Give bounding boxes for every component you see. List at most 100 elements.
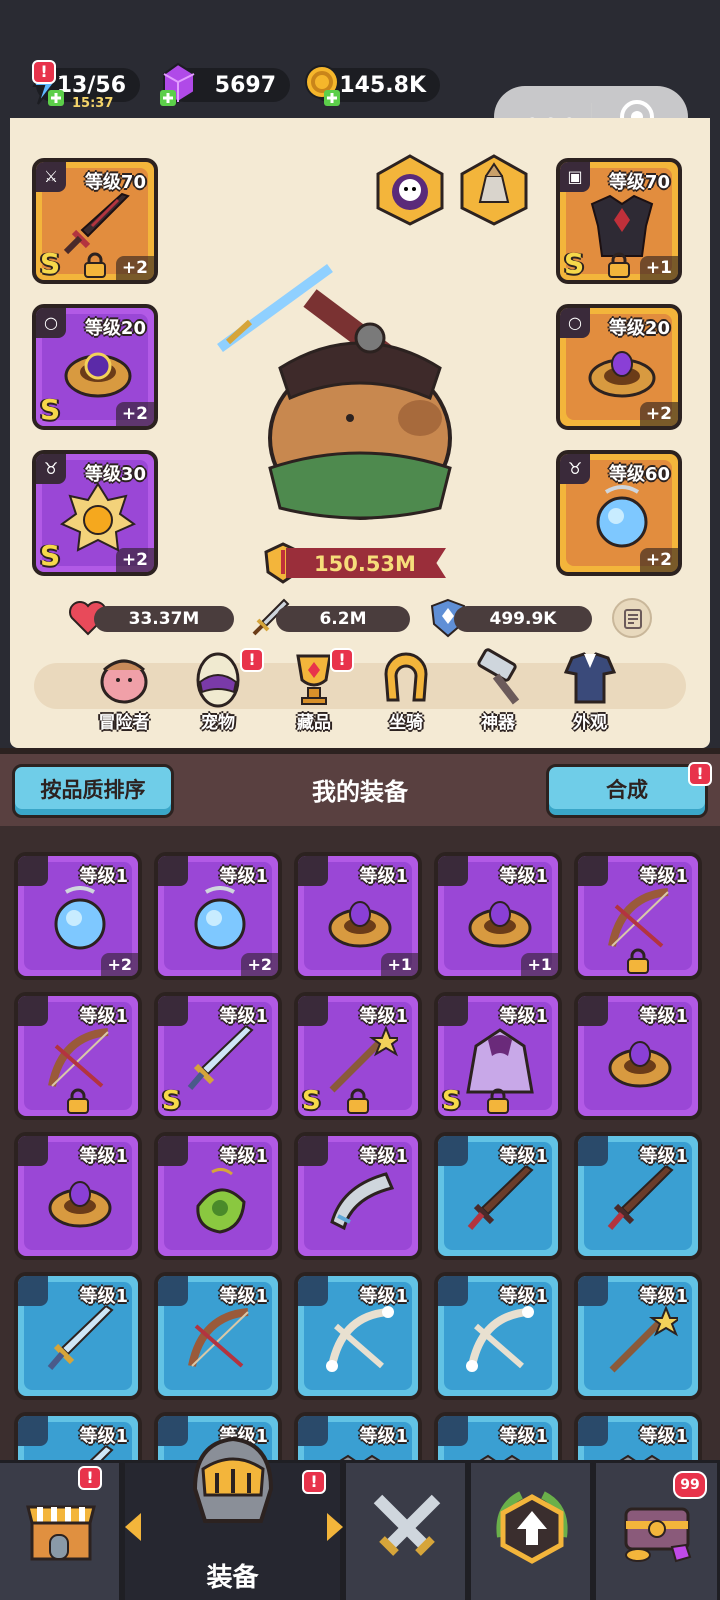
- item-level: 等级1: [79, 1146, 128, 1167]
- dark-greatsword-icon: [63, 192, 130, 255]
- armor-icon: [479, 1454, 521, 1460]
- inventory-item[interactable]: 等级1: [574, 1412, 702, 1460]
- item-plus: +2: [241, 953, 278, 976]
- inventory-item[interactable]: 等级1: [14, 1412, 142, 1460]
- equipped-ring-left-slot[interactable]: ○ 等级20 S +2: [32, 304, 158, 430]
- item-level: 等级1: [219, 1286, 268, 1307]
- slot-grade: S: [40, 539, 61, 572]
- item-level: 等级1: [499, 866, 548, 887]
- defense-stat: 499.9K: [454, 606, 592, 632]
- outfit-icon: [563, 652, 617, 704]
- sword-icon: [187, 1026, 254, 1090]
- mount-companion-icon[interactable]: [456, 152, 532, 228]
- item-level: 等级1: [79, 1006, 128, 1027]
- item-type-icon: [438, 1136, 468, 1166]
- inventory-item[interactable]: 等级1: [14, 992, 142, 1120]
- equipment-header: 按品质排序 我的装备 合成 !: [0, 748, 720, 826]
- item-type-icon: [18, 1276, 48, 1306]
- item-level: 等级1: [219, 1006, 268, 1027]
- nav-appearance[interactable]: 外观: [550, 648, 630, 733]
- ring-icon: [48, 1181, 112, 1228]
- armor-icon: [619, 1454, 661, 1460]
- equipped-armor-slot[interactable]: ▣ 等级70 S +1: [556, 158, 682, 284]
- hp-value: 33.37M: [128, 609, 200, 629]
- lock-icon: [347, 1088, 369, 1114]
- pet-companion-icon[interactable]: [372, 152, 448, 228]
- equipped-amulet-left-slot[interactable]: ♉ 等级30 S +2: [32, 450, 158, 576]
- item-plus: +1: [521, 953, 558, 976]
- sun-amulet-icon: [59, 482, 137, 552]
- amulet-icon: [194, 886, 246, 950]
- hp-stat: 33.37M: [94, 606, 234, 632]
- sword-type-icon: ⚔: [36, 162, 66, 192]
- inventory-item[interactable]: 等级1: [154, 1132, 282, 1260]
- inventory-item[interactable]: 等级1: [14, 1272, 142, 1400]
- item-type-icon: [298, 1136, 328, 1166]
- item-type-icon: [578, 1416, 608, 1446]
- nav-mount[interactable]: 坐骑: [366, 648, 446, 733]
- item-type-icon: [298, 1416, 328, 1446]
- treasure-chest-icon: [624, 1507, 692, 1563]
- nav-label: 坐骑: [389, 713, 423, 733]
- equipped-ring-right-slot[interactable]: ○ 等级20 +2: [556, 304, 682, 430]
- bow-icon: [48, 1028, 109, 1088]
- inventory-item[interactable]: 等级1: [14, 1132, 142, 1260]
- nav-adventurer[interactable]: 冒险者: [84, 648, 164, 733]
- inventory-item[interactable]: 等级1: [434, 1272, 562, 1400]
- inventory-item[interactable]: 等级1: [574, 992, 702, 1120]
- inventory-item[interactable]: 等级1 S: [294, 992, 422, 1120]
- horseshoe-icon: [384, 652, 428, 702]
- nav-artifact[interactable]: 神器: [458, 648, 538, 733]
- item-level: 等级1: [359, 1286, 408, 1307]
- inventory-item[interactable]: 等级1: [574, 1272, 702, 1400]
- ring-icon: [328, 901, 392, 948]
- inventory-item[interactable]: 等级1: [294, 1272, 422, 1400]
- item-type-icon: [438, 1276, 468, 1306]
- inventory-item[interactable]: 等级1 +1: [434, 852, 562, 980]
- item-level: 等级1: [79, 1426, 128, 1447]
- item-level: 等级1: [79, 866, 128, 887]
- tab-chest[interactable]: 99: [596, 1460, 720, 1600]
- inventory-item[interactable]: 等级1: [434, 1412, 562, 1460]
- inventory-item[interactable]: 等级1 +1: [294, 852, 422, 980]
- armor-icon: [339, 1454, 381, 1460]
- adventurer-icon: [100, 659, 148, 704]
- tab-battle[interactable]: [346, 1460, 468, 1600]
- inventory-item[interactable]: 等级1: [294, 1412, 422, 1460]
- inventory-item[interactable]: 等级1 S: [434, 992, 562, 1120]
- tab-shop[interactable]: [0, 1460, 122, 1600]
- item-level: 等级1: [359, 1006, 408, 1027]
- inventory-item[interactable]: 等级1: [434, 1132, 562, 1260]
- stats-detail-button[interactable]: [612, 598, 652, 638]
- inventory-item[interactable]: 等级1 +2: [154, 852, 282, 980]
- inventory-item[interactable]: 等级1 +2: [14, 852, 142, 980]
- tab-upgrade[interactable]: [471, 1460, 593, 1600]
- nav-label: 藏品: [297, 713, 331, 733]
- energy-timer: 15:37: [72, 96, 114, 111]
- wooden-sword-icon: [467, 1166, 534, 1230]
- slot-grade: S: [40, 393, 61, 426]
- item-plus: +2: [101, 953, 138, 976]
- ring-type-icon: ○: [560, 308, 590, 338]
- gem-value: 5697: [214, 72, 276, 98]
- attack-stat: 6.2M: [276, 606, 410, 632]
- item-level: 等级1: [359, 1426, 408, 1447]
- equipped-amulet-right-slot[interactable]: ♉ 等级60 +2: [556, 450, 682, 576]
- inventory-item[interactable]: 等级1: [574, 1132, 702, 1260]
- document-icon: [624, 609, 642, 629]
- item-type-icon: [578, 856, 608, 886]
- equipped-weapon-slot[interactable]: ⚔ 等级70 S +2: [32, 158, 158, 284]
- item-level: 等级1: [79, 1286, 128, 1307]
- gem-counter[interactable]: 5697: [160, 62, 290, 106]
- upgrade-arrow-icon: [496, 1491, 568, 1564]
- inventory-item[interactable]: 等级1: [574, 852, 702, 980]
- item-type-icon: [298, 856, 328, 886]
- inventory-item[interactable]: 等级1: [154, 1272, 282, 1400]
- inventory-item[interactable]: 等级1 S: [154, 992, 282, 1120]
- item-level: 等级1: [639, 1006, 688, 1027]
- item-level: 等级1: [499, 1426, 548, 1447]
- gold-counter[interactable]: 145.8K: [305, 65, 440, 106]
- merge-button[interactable]: 合成: [546, 764, 708, 818]
- power-value: 150.53M: [314, 552, 416, 576]
- inventory-item[interactable]: 等级1: [294, 1132, 422, 1260]
